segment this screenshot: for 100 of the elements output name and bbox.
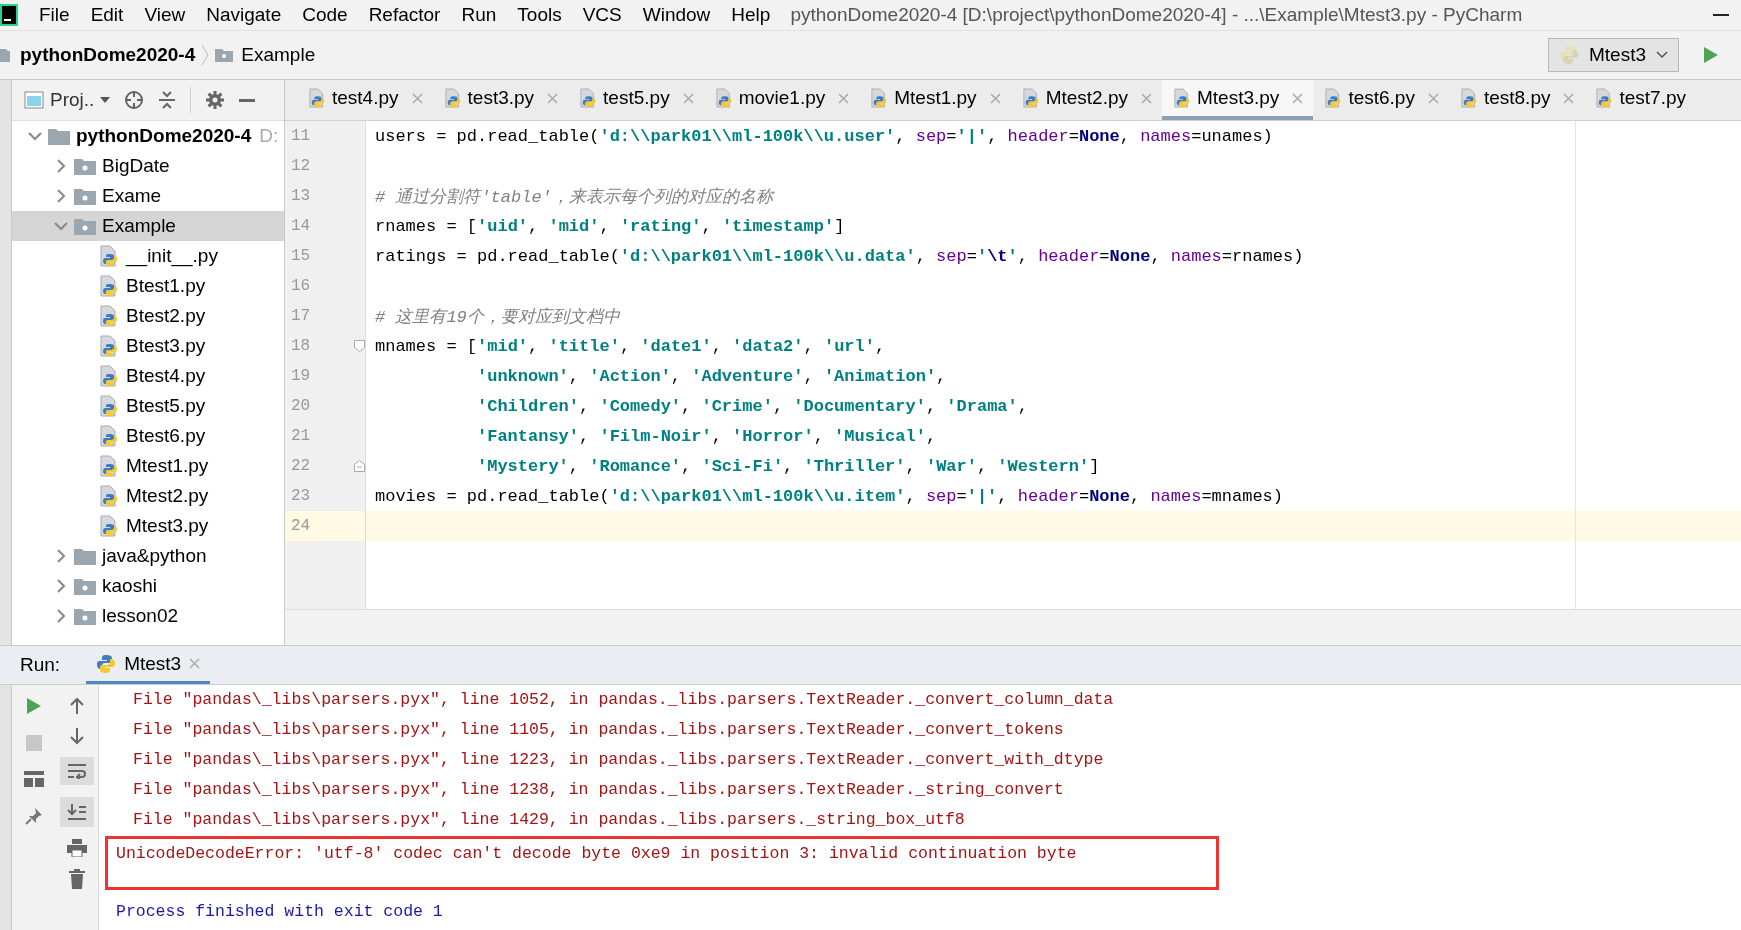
line-number: 18	[290, 336, 312, 357]
python-file-icon	[444, 88, 463, 108]
tree-item[interactable]: Btest3.py	[12, 331, 284, 361]
tree-item[interactable]: BigDate	[12, 151, 284, 181]
menu-item[interactable]: Tools	[506, 4, 572, 26]
wrap-icon	[66, 763, 87, 779]
scroll-down-icon	[66, 803, 87, 821]
close-icon[interactable]	[838, 92, 850, 104]
tree-item[interactable]: java&python	[12, 541, 284, 571]
python-file-icon	[100, 515, 120, 537]
menu-item[interactable]: VCS	[571, 4, 632, 26]
close-icon[interactable]	[1563, 92, 1575, 104]
code-editor[interactable]	[285, 121, 1741, 609]
close-icon[interactable]	[989, 92, 1001, 104]
trash-icon[interactable]	[68, 869, 85, 889]
close-icon[interactable]	[1292, 92, 1304, 104]
menu-item[interactable]: Navigate	[195, 4, 292, 26]
menu-item[interactable]: View	[133, 4, 196, 26]
soft-wrap-button[interactable]	[59, 757, 94, 785]
run-icon[interactable]	[1703, 46, 1719, 64]
tree-item[interactable]: Mtest3.py	[12, 511, 284, 541]
console-line: File "pandas\_libs\parsers.pyx", line 1223, in pandas._libs.parsers.TextReader._convert_with_dtype	[133, 750, 1104, 769]
close-icon[interactable]	[411, 92, 423, 104]
folder-icon	[74, 577, 96, 595]
rerun-icon[interactable]	[25, 697, 42, 715]
close-icon[interactable]	[1427, 92, 1439, 104]
pin-icon[interactable]	[24, 807, 43, 825]
close-icon[interactable]	[1141, 92, 1152, 104]
code-line: movies = pd.read_table('d:\\park01\\ml-100k\\u.item', sep='|', header=None, names=mnames)	[375, 486, 1283, 506]
menu-item[interactable]: Edit	[79, 4, 134, 26]
settings-icon[interactable]	[205, 90, 226, 110]
tree-item[interactable]: Btest6.py	[12, 421, 284, 451]
caret-icon	[1656, 51, 1668, 59]
editor-tab[interactable]: test8.py	[1448, 80, 1585, 120]
editor-tab[interactable]: Mtest3.py	[1162, 80, 1314, 120]
menu-item[interactable]: Refactor	[357, 4, 451, 26]
console-line: UnicodeDecodeError: 'utf-8' codec can't decode byte 0xe9 in position 3: invalid continuation byte	[116, 844, 1077, 863]
tree-item[interactable]: Btest2.py	[12, 301, 284, 331]
python-file-icon	[1174, 88, 1192, 108]
code-line: rnames = ['uid', 'mid', 'rating', 'timestamp']	[375, 216, 845, 236]
menu-item[interactable]: Code	[291, 4, 358, 26]
close-icon[interactable]	[682, 92, 694, 104]
tree-item[interactable]: Mtest1.py	[12, 451, 284, 481]
menu-item[interactable]: Help	[720, 4, 781, 26]
fold-icon[interactable]	[354, 460, 365, 472]
breadcrumb-item[interactable]: Example	[241, 44, 316, 66]
folder-icon	[74, 157, 96, 175]
print-icon[interactable]	[66, 839, 87, 857]
folder-icon	[74, 187, 96, 205]
tree-item[interactable]: Btest4.py	[12, 361, 284, 391]
up-arrow-icon[interactable]	[68, 697, 85, 715]
line-number: 11	[290, 126, 312, 147]
tree-item[interactable]: lesson02	[12, 601, 284, 631]
menu-item[interactable]: File	[28, 4, 80, 26]
python-file-icon	[715, 88, 734, 108]
folder-icon	[74, 607, 96, 625]
collapse-all-icon[interactable]	[158, 90, 177, 110]
scroll-to-end-button[interactable]	[59, 797, 94, 827]
tree-item[interactable]: Btest5.py	[12, 391, 284, 421]
editor-tab[interactable]: Mtest2.py	[1010, 80, 1162, 120]
tree-item[interactable]: __init__.py	[12, 241, 284, 271]
line-number: 20	[290, 396, 312, 417]
run-configuration-dropdown[interactable]: Mtest3	[1547, 38, 1679, 72]
editor-tab[interactable]: movie1.py	[703, 80, 860, 120]
tree-item[interactable]: Btest1.py	[12, 271, 284, 301]
down-arrow-icon[interactable]	[68, 727, 85, 745]
close-icon[interactable]	[547, 92, 559, 104]
tree-item[interactable]: Exame	[12, 181, 284, 211]
hide-panel-icon[interactable]	[239, 98, 256, 102]
menu-item[interactable]: Window	[631, 4, 721, 26]
python-file-icon	[100, 275, 120, 297]
tree-item[interactable]: kaoshi	[12, 571, 284, 601]
console-line: File "pandas\_libs\parsers.pyx", line 1105, in pandas._libs.parsers.TextReader._convert_tokens	[133, 720, 1064, 739]
window-title: pythonDome2020-4 [D:\project\pythonDome2020-4] - ...\Example\Mtest3.py - PyCharm	[790, 4, 1524, 26]
editor-tab[interactable]: test3.py	[432, 80, 569, 120]
project-view-dropdown[interactable]: Proj..	[24, 89, 111, 111]
code-line: 'unknown', 'Action', 'Adventure', 'Animation',	[477, 366, 947, 386]
code-line: mnames = ['mid', 'title', 'date1', 'data2', 'url',	[375, 336, 886, 356]
python-file-icon	[100, 395, 120, 417]
close-icon[interactable]	[189, 658, 201, 669]
editor-tab[interactable]: test5.py	[568, 80, 704, 120]
editor-tab[interactable]: Mtest1.py	[859, 80, 1011, 120]
editor-tab[interactable]: test7.py	[1584, 80, 1696, 120]
fold-icon[interactable]	[354, 340, 365, 352]
line-number: 22	[290, 456, 312, 477]
layout-icon[interactable]	[23, 771, 44, 787]
editor-tab[interactable]: test6.py	[1313, 80, 1449, 120]
python-file-icon	[100, 245, 120, 267]
editor-tab[interactable]: test4.py	[297, 80, 433, 120]
python-file-icon	[100, 485, 120, 507]
locate-icon[interactable]	[124, 90, 145, 110]
line-number: 13	[290, 186, 312, 207]
breadcrumb-item[interactable]: pythonDome2020-4	[20, 44, 196, 66]
menu-item[interactable]: Run	[450, 4, 507, 26]
tree-item[interactable]: pythonDome2020-4 D:	[12, 121, 284, 151]
tree-item[interactable]: Mtest2.py	[12, 481, 284, 511]
tree-item[interactable]: Example	[12, 211, 284, 241]
line-number: 12	[290, 156, 312, 177]
folder-icon	[74, 547, 96, 565]
chevron-icon	[201, 44, 210, 66]
